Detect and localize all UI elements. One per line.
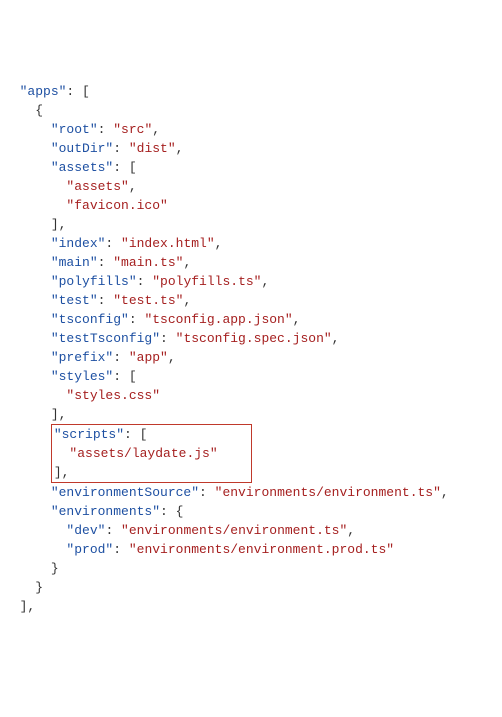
json-key-testTsconfig: "testTsconfig" bbox=[51, 331, 160, 346]
json-str: "environments/environment.ts" bbox=[215, 485, 441, 500]
json-str: "assets" bbox=[66, 179, 128, 194]
json-str: "environments/environment.ts" bbox=[121, 523, 347, 538]
json-str: "assets/laydate.js" bbox=[69, 446, 217, 461]
json-key-main: "main" bbox=[51, 255, 98, 270]
json-str: "polyfills.ts" bbox=[152, 274, 261, 289]
json-str: "test.ts" bbox=[113, 293, 183, 308]
json-key-polyfills: "polyfills" bbox=[51, 274, 137, 289]
json-key-environmentSource: "environmentSource" bbox=[51, 485, 199, 500]
json-key-prod: "prod" bbox=[66, 542, 113, 557]
json-str: "tsconfig.app.json" bbox=[144, 312, 292, 327]
highlight-box: "scripts": [ "assets/laydate.js" ], bbox=[51, 424, 252, 483]
json-key-environments: "environments" bbox=[51, 504, 160, 519]
json-str: "favicon.ico" bbox=[66, 198, 167, 213]
json-key-index: "index" bbox=[51, 236, 106, 251]
code-block: "apps": [ { "root": "src", "outDir": "di… bbox=[4, 82, 498, 616]
json-key-prefix: "prefix" bbox=[51, 350, 113, 365]
json-str: "src" bbox=[113, 122, 152, 137]
json-str: "styles.css" bbox=[66, 388, 160, 403]
json-str: "tsconfig.spec.json" bbox=[176, 331, 332, 346]
json-key-assets: "assets" bbox=[51, 160, 113, 175]
json-key-apps: "apps" bbox=[20, 84, 67, 99]
json-key-scripts: "scripts" bbox=[54, 427, 124, 442]
json-str: "index.html" bbox=[121, 236, 215, 251]
json-key-dev: "dev" bbox=[66, 523, 105, 538]
json-str: "main.ts" bbox=[113, 255, 183, 270]
json-key-styles: "styles" bbox=[51, 369, 113, 384]
json-key-tsconfig: "tsconfig" bbox=[51, 312, 129, 327]
json-str: "environments/environment.prod.ts" bbox=[129, 542, 394, 557]
json-str: "app" bbox=[129, 350, 168, 365]
json-key-root: "root" bbox=[51, 122, 98, 137]
json-key-test: "test" bbox=[51, 293, 98, 308]
json-key-outDir: "outDir" bbox=[51, 141, 113, 156]
json-str: "dist" bbox=[129, 141, 176, 156]
